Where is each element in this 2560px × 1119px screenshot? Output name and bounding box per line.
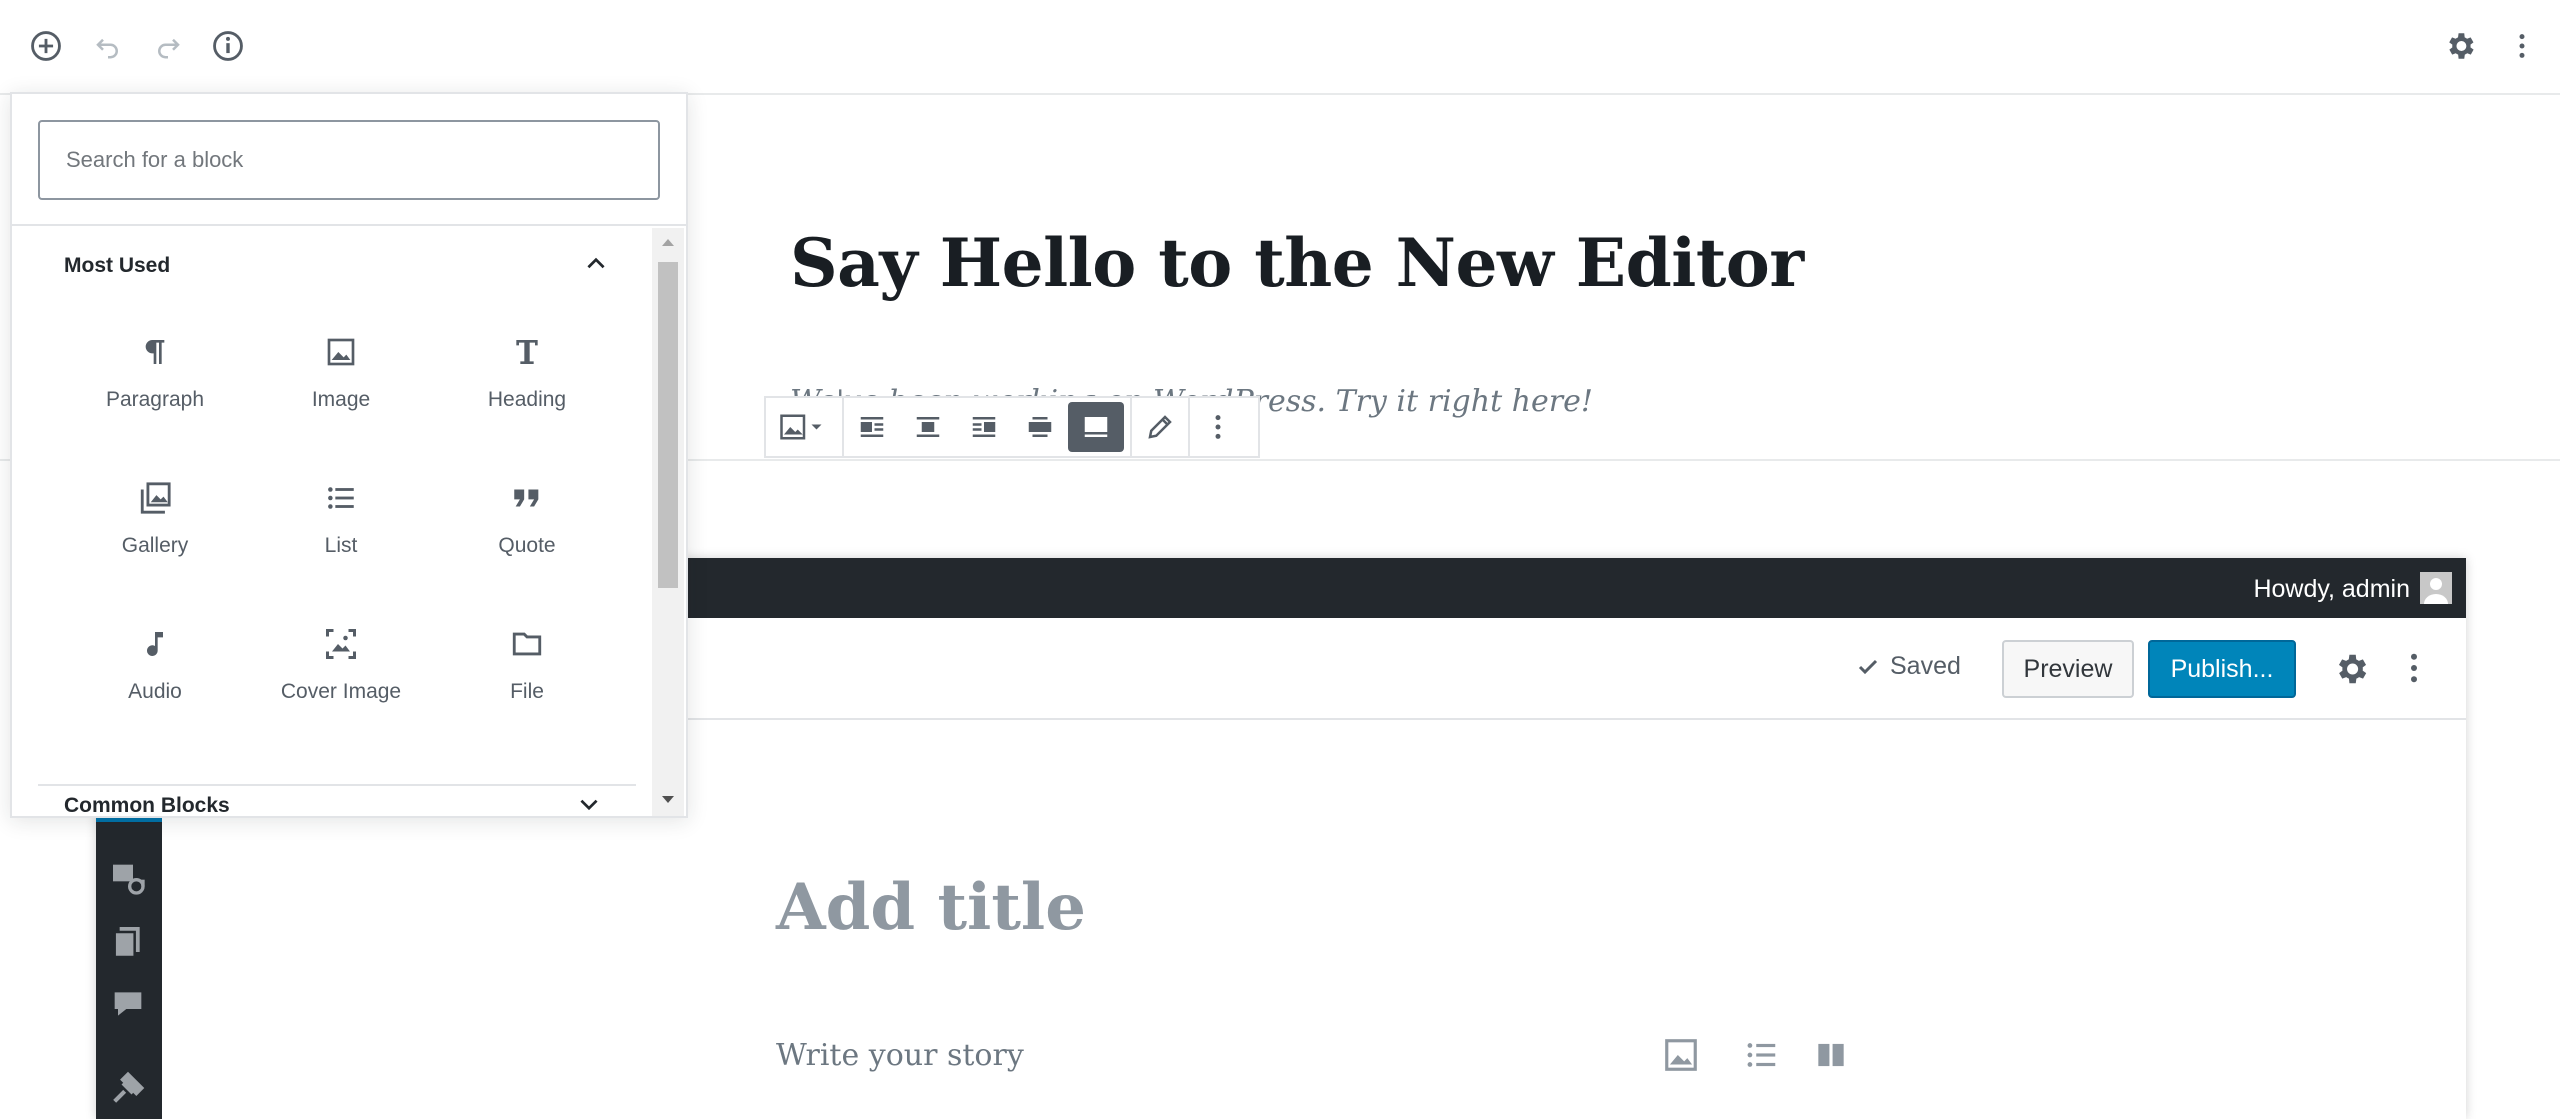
image-icon [780,414,822,440]
undo-icon[interactable] [88,26,128,66]
block-item-label: File [510,680,544,703]
pages-icon[interactable] [108,922,148,962]
block-item-file[interactable]: File [434,616,620,756]
file-icon [507,624,547,664]
block-toolbar [764,396,1260,458]
block-item-gallery[interactable]: Gallery [62,470,248,610]
audio-icon [135,624,175,664]
wide-width-icon[interactable] [1012,398,1068,456]
block-item-label: Quote [498,534,556,557]
block-item-label: Heading [487,388,567,411]
editor-top-toolbar [0,0,2560,95]
gear-icon[interactable] [2332,650,2370,688]
saved-label: Saved [1890,652,1961,680]
scroll-down-arrow-icon[interactable] [660,794,676,806]
divider [12,224,686,226]
scrollbar-thumb[interactable] [658,262,678,588]
image-icon[interactable] [1662,1036,1700,1074]
chevron-up-icon[interactable] [576,244,616,284]
align-right-icon[interactable] [956,398,1012,456]
saved-status: Saved [1856,652,1961,681]
list-icon [321,478,361,518]
quote-icon [507,478,547,518]
gear-icon[interactable] [2440,26,2480,66]
block-item-label: Paragraph [105,388,205,411]
edit-pencil-icon[interactable] [1132,398,1188,456]
redo-icon[interactable] [148,26,188,66]
more-vertical-icon[interactable] [2396,650,2432,686]
block-inserter-popover: Most Used Paragraph Image Heading Galler… [10,92,688,818]
avatar [2420,572,2452,604]
scroll-up-arrow-icon[interactable] [660,236,676,248]
add-block-icon[interactable] [26,26,66,66]
cover-image-icon [321,624,361,664]
block-item-quote[interactable]: Quote [434,470,620,610]
columns-icon[interactable] [1812,1036,1850,1074]
gallery-icon [135,478,175,518]
preview-button[interactable]: Preview [2002,640,2134,698]
common-blocks-panel-title[interactable]: Common Blocks [64,794,230,816]
divider [38,784,636,786]
paragraph-icon [135,332,175,372]
checkmark-icon [1858,659,1878,674]
block-item-audio[interactable]: Audio [62,616,248,756]
heading-icon [507,332,547,372]
block-item-label: Image [311,388,371,411]
list-icon[interactable] [1742,1036,1780,1074]
comments-icon[interactable] [108,984,148,1024]
block-item-label: Audio [128,680,182,703]
body-placeholder[interactable]: Write your story [776,1038,1024,1073]
more-vertical-icon[interactable] [2502,26,2542,66]
media-icon[interactable] [108,858,148,898]
publish-button[interactable]: Publish... [2148,640,2296,698]
howdy-label: Howdy, admin [2253,575,2410,603]
block-item-cover-image[interactable]: Cover Image [248,616,434,756]
full-width-icon[interactable] [1068,402,1124,452]
block-item-paragraph[interactable]: Paragraph [62,324,248,464]
scrollbar[interactable] [652,228,684,816]
block-item-label: Gallery [121,534,189,557]
block-item-label: List [324,534,358,557]
block-item-image[interactable]: Image [248,324,434,464]
most-used-panel-title[interactable]: Most Used [64,254,170,278]
block-item-label: Cover Image [280,680,402,703]
post-title[interactable]: Say Hello to the New Editor [790,224,1804,302]
title-placeholder[interactable]: Add title [776,870,1086,945]
chevron-down-icon[interactable] [576,796,602,814]
image-icon [321,332,361,372]
block-type-switcher[interactable] [766,398,842,456]
block-search-input[interactable] [38,120,660,200]
more-vertical-icon[interactable] [1190,398,1246,456]
appearance-icon[interactable] [108,1068,148,1108]
align-left-icon[interactable] [844,398,900,456]
block-item-list[interactable]: List [248,470,434,610]
align-center-icon[interactable] [900,398,956,456]
info-icon[interactable] [208,26,248,66]
block-item-heading[interactable]: Heading [434,324,620,464]
